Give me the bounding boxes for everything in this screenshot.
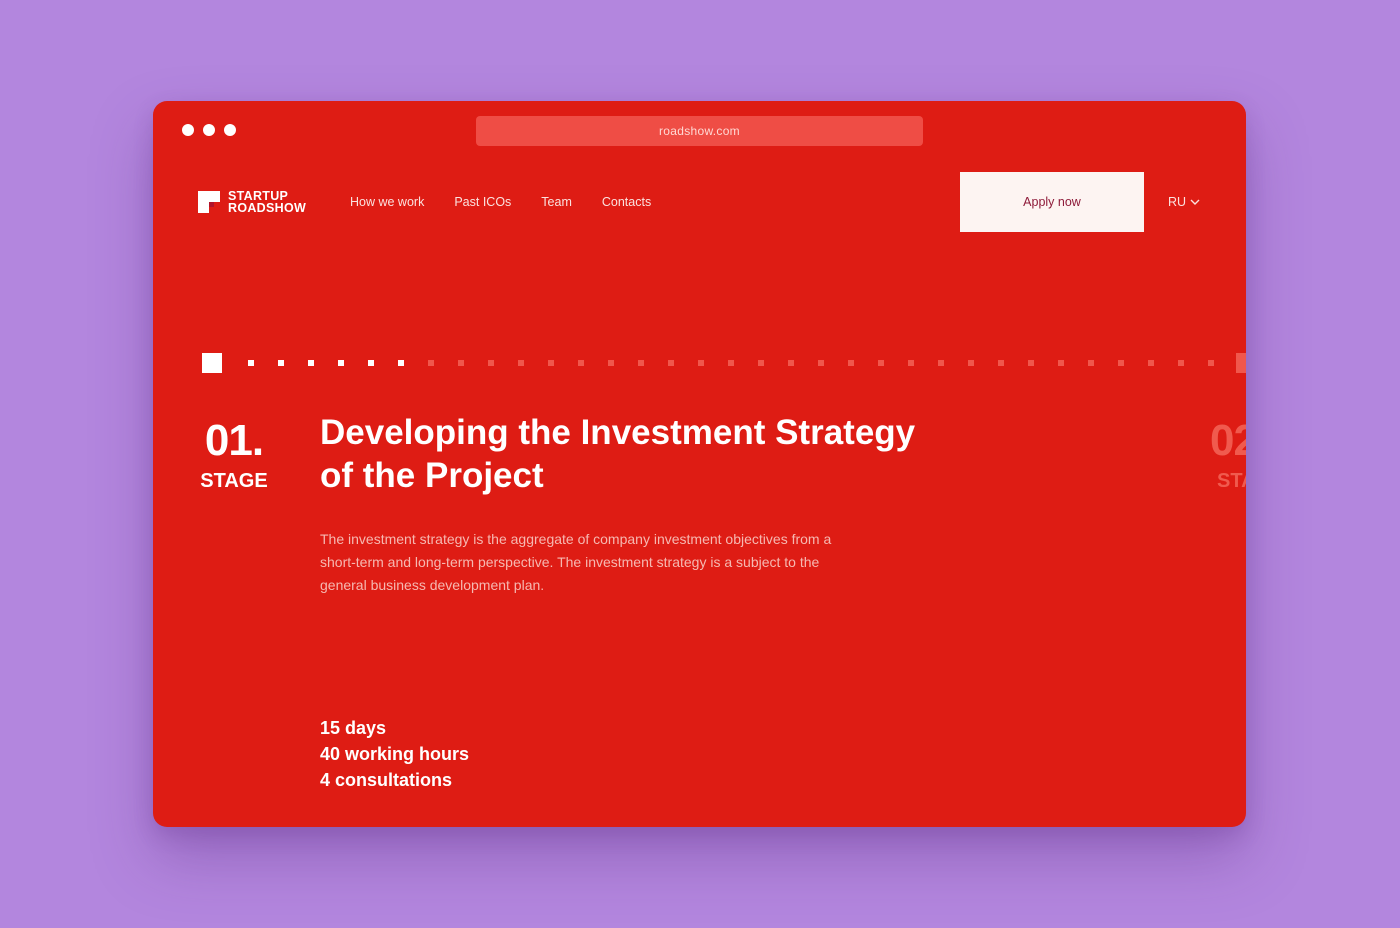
window-dot-icon[interactable] [203,124,215,136]
progress-dot [728,360,734,366]
progress-dot [488,360,494,366]
logo-line-2: ROADSHOW [228,201,307,215]
progress-dot [758,360,764,366]
nav-item-past-icos[interactable]: Past ICOs [454,195,511,209]
progress-dot [608,360,614,366]
progress-dot [518,360,524,366]
window-dot-icon[interactable] [182,124,194,136]
progress-dot [398,360,404,366]
progress-dot [698,360,704,366]
progress-dot [848,360,854,366]
progress-dot [788,360,794,366]
stat-consultations: 4 consultations [320,770,453,790]
progress-dot [368,360,374,366]
next-stage-number: 02. [1210,416,1246,465]
stat-hours: 40 working hours [320,744,470,764]
logo[interactable]: STARTUP ROADSHOW [198,190,306,214]
stage-title: Developing the Investment Strategy of th… [320,413,916,495]
progress-dot [578,360,584,366]
stage-description: The investment strategy is the aggregate… [320,531,832,593]
stat-duration: 15 days [320,718,387,738]
progress-dot [968,360,974,366]
stage-indicator: 01. STAGE [197,417,271,493]
progress-dot [428,360,434,366]
stage-label: STAGE [200,470,268,492]
progress-dot [908,360,914,366]
progress-dot [1178,360,1184,366]
progress-dot [248,360,254,366]
progress-dot [938,360,944,366]
stage-progress [202,353,1246,373]
logo-icon [198,191,220,213]
progress-dot [308,360,314,366]
progress-dot [638,360,644,366]
window-dot-icon[interactable] [224,124,236,136]
address-bar[interactable]: roadshow.com [476,116,923,146]
progress-dot [1118,360,1124,366]
nav-item-team[interactable]: Team [541,195,572,209]
progress-dot [548,360,554,366]
progress-dot [818,360,824,366]
progress-dot [1208,360,1214,366]
browser-window: roadshow.com STARTUP ROADSHOW How we wor… [153,101,1246,827]
progress-dot [1148,360,1154,366]
progress-next-marker [1236,353,1246,373]
progress-dot [338,360,344,366]
logo-text: STARTUP ROADSHOW [228,190,307,215]
language-selector[interactable]: RU [1168,195,1200,209]
nav-item-contacts[interactable]: Contacts [602,195,651,209]
language-label: RU [1168,195,1187,209]
progress-dot [458,360,464,366]
progress-dot [278,360,284,366]
next-stage-indicator[interactable]: 02. STAGE [1210,417,1246,493]
progress-current-marker [202,353,222,373]
main-nav: How we work Past ICOs Team Contacts [350,195,651,209]
progress-dot [1028,360,1034,366]
progress-dot [1058,360,1064,366]
apply-now-button[interactable]: Apply now [960,172,1144,232]
progress-dot [998,360,1004,366]
progress-dot [668,360,674,366]
next-stage-label: STAGE [1217,470,1246,492]
stage-stats: 15 days 40 working hours 4 consultations [320,715,469,793]
progress-dot [1088,360,1094,366]
stage-number: 01. [204,416,264,465]
nav-item-how-we-work[interactable]: How we work [350,195,424,209]
progress-dot [878,360,884,366]
chevron-down-icon [1190,195,1200,209]
window-controls [182,124,236,136]
